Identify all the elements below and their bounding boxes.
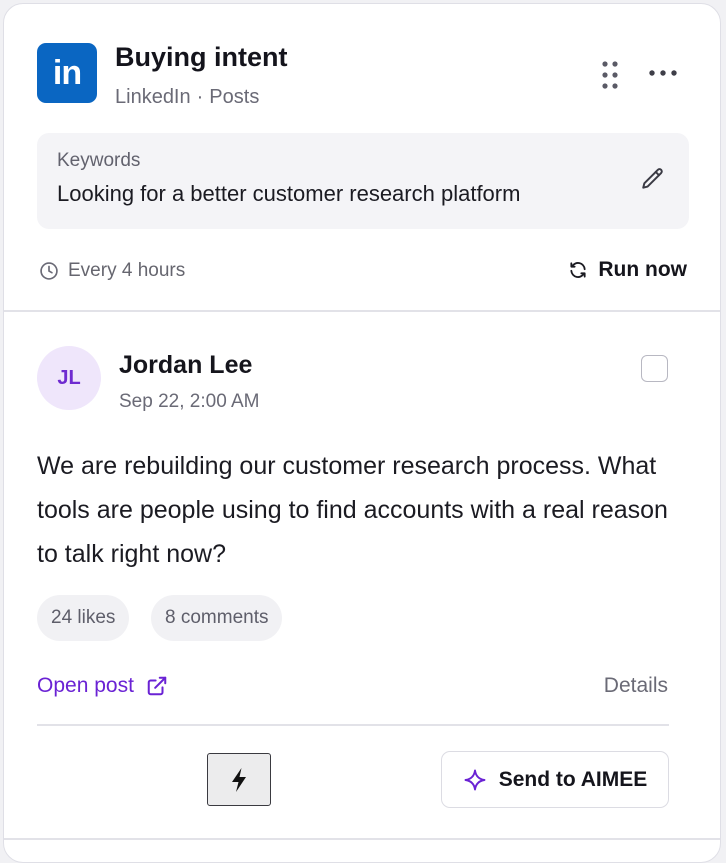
content-type: Posts [209, 86, 260, 108]
monitor-card: in Buying intent LinkedIn · Posts Keywor… [3, 3, 721, 863]
linkedin-logo-text: in [52, 54, 82, 92]
post-actions-divider [37, 724, 669, 726]
external-link-icon [147, 676, 167, 696]
schedule-frequency: Every 4 hours [68, 260, 186, 281]
keywords-label: Keywords [57, 150, 141, 171]
lightning-bolt-icon [232, 767, 246, 792]
select-post-checkbox[interactable] [641, 355, 668, 382]
likes-badge: 24 likes [37, 595, 130, 641]
author-name: Jordan Lee [119, 351, 253, 379]
keywords-value: Looking for a better customer research p… [57, 181, 521, 206]
avatar: JL [37, 346, 101, 410]
keywords-box: Keywords Looking for a better customer r… [37, 133, 689, 229]
open-post-link[interactable]: Open post [37, 674, 168, 698]
comments-badge: 8 comments [151, 595, 283, 641]
post-body: We are rebuilding our customer research … [37, 452, 668, 568]
clock-icon [40, 262, 58, 280]
pencil-edit-icon[interactable] [640, 166, 666, 192]
open-post-label: Open post [37, 674, 134, 697]
more-options-icon[interactable] [648, 67, 678, 79]
post-date: Sep 22, 2:00 AM [119, 391, 260, 412]
send-label: Send to AIMEE [498, 767, 648, 791]
refresh-icon [570, 262, 586, 278]
sparkle-icon [464, 769, 486, 790]
post-bottom-divider [4, 838, 720, 840]
platform-name: LinkedIn [115, 86, 191, 108]
avatar-initials: JL [57, 366, 81, 389]
drag-handle-icon[interactable] [602, 61, 618, 89]
quick-action-button[interactable] [207, 753, 271, 806]
header-divider [4, 310, 720, 312]
details-link[interactable]: Details [604, 674, 668, 698]
monitor-subtitle: LinkedIn · Posts [115, 86, 259, 109]
linkedin-logo-icon: in [37, 43, 97, 103]
monitor-title: Buying intent [115, 42, 288, 72]
send-to-aimee-button[interactable]: Send to AIMEE [441, 751, 669, 808]
run-now-button[interactable]: Run now [568, 258, 687, 282]
subtitle-separator: · [196, 86, 204, 108]
schedule-info: Every 4 hours [39, 260, 185, 282]
run-now-label: Run now [598, 258, 687, 281]
